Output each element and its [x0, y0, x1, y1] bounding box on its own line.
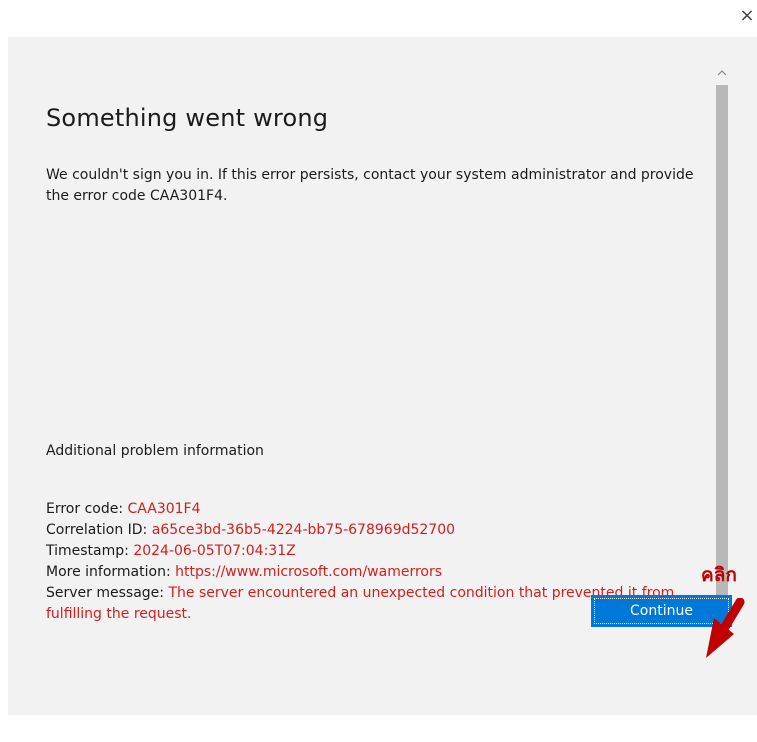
- scrollbar-thumb[interactable]: [716, 85, 728, 613]
- error-code-row: Error code: CAA301F4: [46, 499, 706, 520]
- more-info-row: More information: https://www.microsoft.…: [46, 562, 706, 583]
- error-code-label: Error code:: [46, 501, 128, 517]
- more-info-link[interactable]: https://www.microsoft.com/wamerrors: [175, 564, 442, 580]
- error-code-value: CAA301F4: [127, 501, 201, 517]
- correlation-label: Correlation ID:: [46, 522, 152, 538]
- server-message-label: Server message:: [46, 585, 169, 601]
- additional-info-title: Additional problem information: [46, 443, 264, 459]
- annotation-label: คลิก: [701, 564, 737, 586]
- timestamp-label: Timestamp:: [46, 543, 134, 559]
- error-message: We couldn't sign you in. If this error p…: [46, 167, 694, 204]
- correlation-row: Correlation ID: a65ce3bd-36b5-4224-bb75-…: [46, 520, 706, 541]
- dialog-title: Something went wrong: [46, 104, 329, 132]
- error-dialog: Something went wrong We couldn't sign yo…: [8, 37, 757, 715]
- close-icon[interactable]: ×: [737, 4, 757, 28]
- chevron-up-icon[interactable]: [715, 67, 729, 81]
- correlation-value: a65ce3bd-36b5-4224-bb75-678969d52700: [151, 522, 456, 538]
- arrow-icon: [706, 598, 745, 658]
- timestamp-row: Timestamp: 2024-06-05T07:04:31Z: [46, 541, 706, 562]
- timestamp-value: 2024-06-05T07:04:31Z: [133, 543, 296, 559]
- more-info-label: More information:: [46, 564, 176, 580]
